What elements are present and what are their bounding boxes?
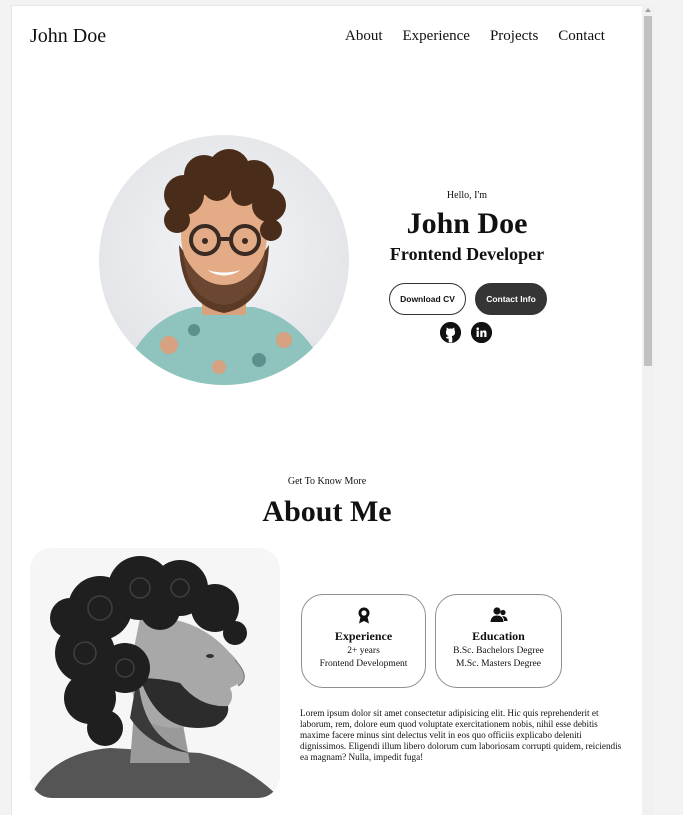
nav-link-contact[interactable]: Contact bbox=[558, 28, 605, 45]
hero-name: John Doe bbox=[406, 207, 528, 240]
education-card: Education B.Sc. Bachelors Degree M.Sc. M… bbox=[435, 594, 562, 688]
main-nav: About Experience Projects Contact bbox=[345, 28, 605, 45]
award-icon bbox=[302, 607, 425, 624]
site-logo[interactable]: John Doe bbox=[30, 25, 106, 48]
vertical-scrollbar[interactable] bbox=[642, 6, 654, 815]
github-icon[interactable] bbox=[440, 322, 461, 343]
experience-title: Experience bbox=[334, 629, 393, 643]
hero-role: Frontend Developer bbox=[389, 244, 545, 264]
scrollbar-thumb[interactable] bbox=[644, 16, 652, 366]
experience-line: Frontend Development bbox=[319, 659, 408, 670]
about-title: About Me bbox=[262, 495, 392, 528]
nav-link-experience[interactable]: Experience bbox=[403, 28, 470, 45]
education-title: Education bbox=[472, 629, 525, 643]
download-cv-button[interactable]: Download CV bbox=[389, 283, 466, 315]
page: John Doe About Experience Projects Conta… bbox=[12, 6, 642, 815]
nav-link-about[interactable]: About bbox=[345, 28, 383, 45]
about-subtitle: Get To Know More bbox=[287, 476, 367, 487]
hero-greeting: Hello, I'm bbox=[446, 190, 488, 201]
linkedin-icon[interactable] bbox=[471, 322, 492, 343]
experience-line: 2+ years bbox=[347, 646, 380, 656]
education-line: B.Sc. Bachelors Degree bbox=[453, 646, 544, 656]
experience-card: Experience 2+ years Frontend Development bbox=[301, 594, 426, 688]
scroll-up-icon[interactable] bbox=[645, 8, 651, 12]
hero-buttons: Download CV Contact Info bbox=[389, 283, 549, 315]
users-icon bbox=[436, 607, 561, 623]
contact-info-button[interactable]: Contact Info bbox=[475, 283, 547, 315]
hero-text: Hello, I'm John Doe Frontend Developer bbox=[384, 190, 550, 265]
profile-photo bbox=[99, 135, 349, 385]
education-line: M.Sc. Masters Degree bbox=[456, 659, 541, 670]
nav-link-projects[interactable]: Projects bbox=[490, 28, 538, 45]
about-photo bbox=[30, 548, 280, 798]
profile-portrait-illustration bbox=[119, 149, 331, 385]
social-links bbox=[440, 322, 492, 343]
about-portrait-illustration bbox=[30, 548, 280, 798]
about-paragraph: Lorem ipsum dolor sit amet consectetur a… bbox=[300, 708, 622, 763]
